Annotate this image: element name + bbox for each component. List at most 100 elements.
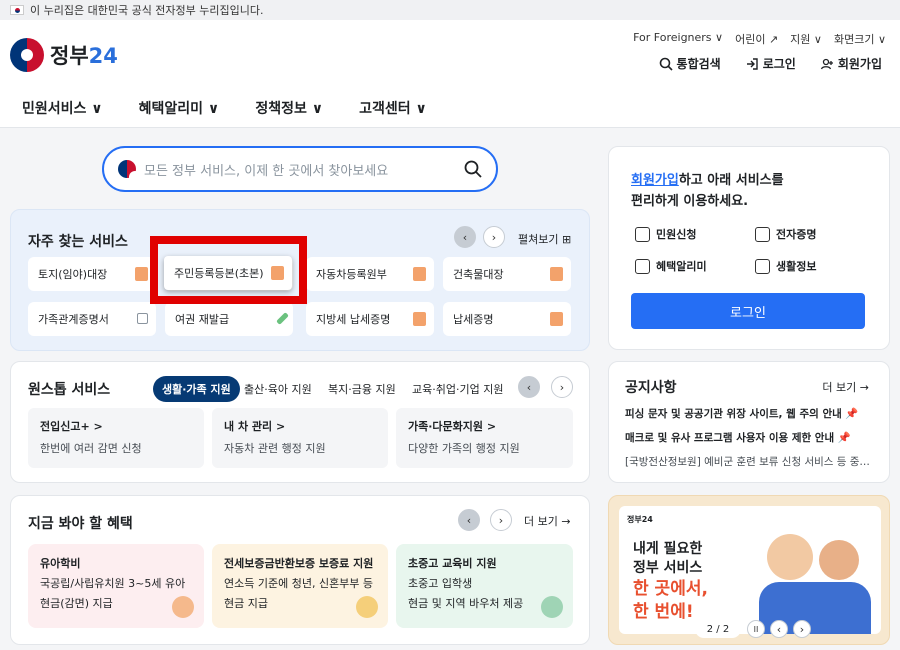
- next-button[interactable]: ›: [483, 226, 505, 248]
- external-link-icon: [137, 313, 148, 324]
- main-nav: 민원서비스 ∨ 혜택알리미 ∨ 정책정보 ∨ 고객센터 ∨: [0, 88, 900, 128]
- search-action[interactable]: 통합검색: [659, 55, 721, 72]
- document-icon: [413, 267, 426, 281]
- frequent-services-title: 자주 찾는 서비스: [28, 234, 128, 250]
- search-bar[interactable]: 모든 정부 서비스, 이제 한 곳에서 찾아보세요: [102, 146, 498, 192]
- service-e-certificate[interactable]: 전자증명: [755, 226, 816, 242]
- tab-education-jobs[interactable]: 교육·취업·기업 지원: [412, 381, 503, 397]
- login-action[interactable]: 로그인: [745, 55, 796, 72]
- next-button[interactable]: ›: [551, 376, 573, 398]
- login-button[interactable]: 로그인: [631, 293, 865, 329]
- login-panel: 회원가입하고 아래 서비스를 편리하게 이용하세요. 민원신청 전자증명 혜택알리…: [608, 146, 890, 350]
- site-logo[interactable]: 정부24: [10, 38, 118, 72]
- certificate-icon: [755, 226, 770, 242]
- nav-benefits[interactable]: 혜택알리미 ∨: [139, 98, 220, 118]
- logo-number: 24: [88, 44, 118, 68]
- login-action-label: 로그인: [762, 57, 796, 71]
- service-label: 전자증명: [776, 228, 817, 241]
- benefit-card-line: 연소득 기준에 청년, 신혼부부 등: [224, 576, 374, 590]
- highlight-box: [150, 236, 307, 304]
- promo-banner[interactable]: 정부24 내게 필요한 정부 서비스 한 곳에서, 한 번에! 2 / 2 II…: [608, 495, 890, 645]
- taegeuk-small-icon: [118, 160, 141, 183]
- one-stop-card-desc: 한번에 여러 감면 신청: [40, 442, 142, 455]
- service-chip-label: 가족관계증명서: [38, 313, 109, 326]
- notice-item[interactable]: 피싱 문자 및 공공기관 위장 사이트, 웹 주의 안내 📌: [625, 406, 877, 421]
- util-font-size[interactable]: 화면크기 ∨: [834, 31, 886, 47]
- service-chip[interactable]: 가족관계증명서: [28, 302, 156, 336]
- service-civil-petition[interactable]: 민원신청: [635, 226, 696, 242]
- user-add-icon: [820, 58, 833, 69]
- signup-action[interactable]: 회원가입: [820, 55, 882, 72]
- notice-item[interactable]: 매크로 및 유사 프로그램 사용자 이용 제한 안내 📌: [625, 430, 877, 445]
- student-illustration-icon: [541, 596, 563, 618]
- tab-birth-childcare[interactable]: 출산·육아 지원: [244, 381, 312, 397]
- benefit-card-line: 현금 지급: [224, 596, 268, 610]
- document-icon: [550, 267, 563, 281]
- one-stop-card-desc: 자동차 관련 행정 지원: [224, 442, 326, 455]
- notice-panel: 공지사항 더 보기 → 피싱 문자 및 공공기관 위장 사이트, 웹 주의 안내…: [608, 361, 890, 483]
- service-chip[interactable]: 납세증명: [443, 302, 571, 336]
- service-chip-label: 납세증명: [453, 313, 494, 326]
- document-icon: [135, 267, 148, 281]
- benefits-section: 지금 봐야 할 혜택 ‹ › 더 보기 → 유아학비 국공립/사립유치원 3~5세…: [10, 495, 590, 645]
- tab-welfare-finance[interactable]: 복지·금융 지원: [328, 381, 396, 397]
- search-action-label: 통합검색: [676, 57, 721, 71]
- benefit-card[interactable]: 전세보증금반환보증 보증료 지원연소득 기준에 청년, 신혼부부 등현금 지급: [212, 544, 388, 628]
- signup-link[interactable]: 회원가입: [631, 173, 679, 188]
- util-support[interactable]: 지원 ∨: [790, 31, 822, 47]
- service-benefit-alert[interactable]: 혜택알리미: [635, 258, 707, 274]
- service-chip[interactable]: 지방세 납세증명: [306, 302, 434, 336]
- nav-customer-center[interactable]: 고객센터 ∨: [359, 98, 427, 118]
- nav-civil-service[interactable]: 민원서비스 ∨: [22, 98, 103, 118]
- nav-policy[interactable]: 정책정보 ∨: [255, 98, 323, 118]
- benefit-card-line: 현금(감면) 지급: [40, 596, 113, 610]
- pen-icon: [276, 312, 289, 325]
- person-illustration: [819, 540, 859, 580]
- benefit-card-title: 초중고 교육비 지원: [408, 557, 497, 570]
- login-panel-title: 회원가입하고 아래 서비스를 편리하게 이용하세요.: [631, 171, 784, 213]
- header-actions: 통합검색 로그인 회원가입: [659, 55, 882, 72]
- document-icon: [413, 312, 426, 326]
- one-stop-services: 원스톱 서비스 생활·가족 지원 출산·육아 지원 복지·금융 지원 교육·취업…: [10, 361, 590, 483]
- bookmark-icon: [755, 258, 770, 274]
- login-icon: [746, 57, 758, 70]
- service-life-info[interactable]: 생활정보: [755, 258, 816, 274]
- prev-button[interactable]: ‹: [454, 226, 476, 248]
- korea-flag-icon: [10, 5, 24, 15]
- prev-button[interactable]: ‹: [770, 620, 788, 638]
- service-chip[interactable]: 여권 재발급: [165, 302, 293, 336]
- next-button[interactable]: ›: [793, 620, 811, 638]
- tab-life-family[interactable]: 생활·가족 지원: [153, 376, 240, 402]
- benefit-card-title: 전세보증금반환보증 보증료 지원: [224, 557, 374, 570]
- one-stop-card[interactable]: 가족·다문화지원 > 다양한 가족의 행정 지원: [396, 408, 573, 468]
- one-stop-card[interactable]: 전입신고+ > 한번에 여러 감면 신청: [28, 408, 204, 468]
- service-chip-label: 건축물대장: [453, 268, 504, 281]
- expand-button[interactable]: 펼쳐보기 ⊞: [518, 231, 571, 247]
- pause-button[interactable]: II: [747, 620, 765, 638]
- service-chip[interactable]: 자동차등록원부: [306, 257, 434, 291]
- service-chip-label: 여권 재발급: [175, 313, 230, 326]
- benefit-card[interactable]: 유아학비 국공립/사립유치원 3~5세 유아 현금(감면) 지급: [28, 544, 204, 628]
- promo-line: 내게 필요한: [633, 541, 703, 557]
- benefit-card-line: 현금 및 지역 바우처 제공: [408, 596, 524, 610]
- service-chip[interactable]: 토지(임야)대장: [28, 257, 156, 291]
- promo-line: 한 곳에서,: [633, 578, 708, 599]
- util-foreigners[interactable]: For Foreigners ∨: [633, 31, 723, 47]
- benefits-more-link[interactable]: 더 보기 →: [524, 513, 571, 529]
- search-input[interactable]: 모든 정부 서비스, 이제 한 곳에서 찾아보세요: [144, 160, 456, 179]
- header: 정부24 For Foreigners ∨ 어린이 ↗ 지원 ∨ 화면크기 ∨ …: [0, 20, 900, 88]
- next-button[interactable]: ›: [490, 509, 512, 531]
- notice-more-link[interactable]: 더 보기 →: [822, 379, 869, 395]
- one-stop-card[interactable]: 내 차 관리 > 자동차 관련 행정 지원: [212, 408, 388, 468]
- notice-item[interactable]: [국방전산정보원] 예비군 훈련 보류 신청 서비스 등 중…: [625, 454, 877, 469]
- promo-line: 정부 서비스: [633, 559, 703, 576]
- service-chip[interactable]: 건축물대장: [443, 257, 571, 291]
- prev-button[interactable]: ‹: [518, 376, 540, 398]
- prev-button[interactable]: ‹: [458, 509, 480, 531]
- search-icon[interactable]: [464, 160, 482, 178]
- benefit-card-line: 국공립/사립유치원 3~5세 유아: [40, 576, 186, 590]
- login-title-text-2: 편리하게 이용하세요.: [631, 193, 749, 209]
- util-kids[interactable]: 어린이 ↗: [735, 31, 778, 47]
- benefits-title: 지금 봐야 할 혜택: [28, 516, 133, 532]
- benefit-card[interactable]: 초중고 교육비 지원 초중고 입학생 현금 및 지역 바우처 제공: [396, 544, 573, 628]
